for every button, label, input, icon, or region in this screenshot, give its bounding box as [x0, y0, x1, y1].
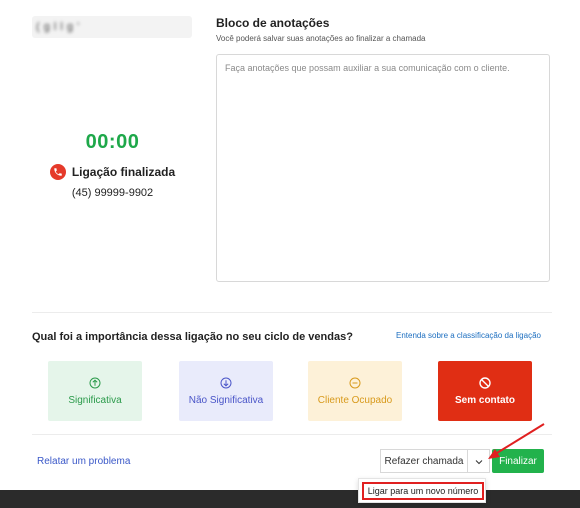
option-label: Não Significativa [188, 394, 264, 406]
option-label: Sem contato [454, 394, 515, 406]
ban-icon [479, 376, 491, 389]
call-summary-modal: ( g l l g ' 00:00 Ligação finalizada (45… [0, 0, 580, 490]
notes-textarea[interactable] [216, 54, 550, 282]
contact-name-text: ( g l l g ' [36, 21, 80, 33]
chevron-down-icon [475, 452, 483, 470]
background-bar [0, 490, 580, 508]
classification-help-link[interactable]: Entenda sobre a classificação da ligação [396, 331, 541, 340]
option-sem-contato[interactable]: Sem contato [438, 361, 532, 421]
divider [32, 312, 552, 313]
option-nao-significativa[interactable]: Não Significativa [179, 361, 273, 421]
phone-number: (45) 99999-9902 [71, 187, 154, 199]
call-timer: 00:00 [85, 131, 140, 153]
redo-dropdown-menu: Ligar para um novo número [358, 478, 486, 503]
option-cliente-ocupado[interactable]: Cliente Ocupado [308, 361, 402, 421]
option-label: Significativa [68, 394, 122, 406]
phone-hangup-icon [49, 164, 66, 180]
classification-question: Qual foi a importância dessa ligação no … [32, 331, 353, 343]
annotation-arrow-icon [488, 423, 545, 459]
notes-subtitle: Você poderá salvar suas anotações ao fin… [216, 34, 426, 43]
divider [32, 434, 552, 435]
option-significativa[interactable]: Significativa [48, 361, 142, 421]
arrow-down-circle-icon [220, 377, 232, 389]
report-problem-link[interactable]: Relatar um problema [37, 456, 130, 467]
notes-title: Bloco de anotações [216, 16, 330, 30]
minus-circle-icon [349, 377, 361, 389]
redo-call-button[interactable]: Refazer chamada [380, 449, 467, 473]
contact-name-blurred: ( g l l g ' [32, 16, 192, 38]
option-label: Cliente Ocupado [317, 394, 393, 406]
call-status: Ligação finalizada [30, 164, 195, 180]
call-status-label: Ligação finalizada [71, 165, 176, 179]
arrow-up-circle-icon [89, 377, 101, 389]
call-new-number-option[interactable]: Ligar para um novo número [362, 482, 484, 500]
